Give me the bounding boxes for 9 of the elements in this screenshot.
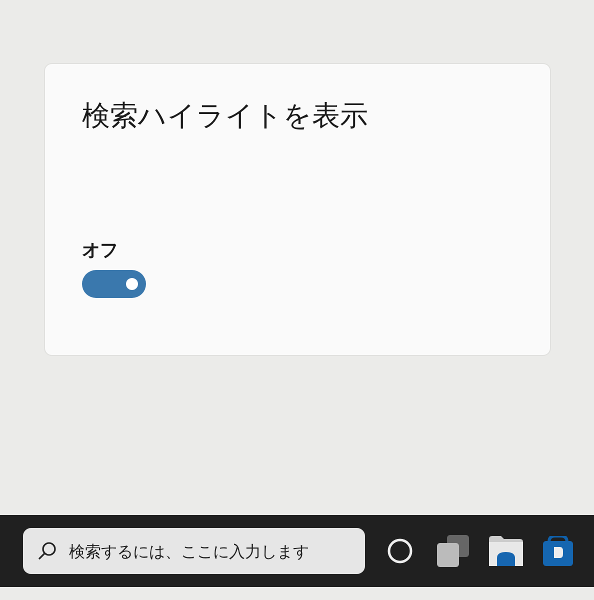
search-field[interactable]: 検索するには、ここに入力します [23, 528, 365, 574]
search-icon [37, 541, 57, 561]
toggle-state-label: オフ [82, 239, 118, 263]
store-icon[interactable] [543, 536, 573, 566]
setting-title: 検索ハイライトを表示 [82, 98, 368, 133]
toggle-switch[interactable] [82, 270, 146, 298]
folder-icon[interactable] [489, 536, 523, 566]
task-view-icon[interactable] [437, 535, 469, 567]
circle-icon[interactable] [387, 538, 413, 564]
